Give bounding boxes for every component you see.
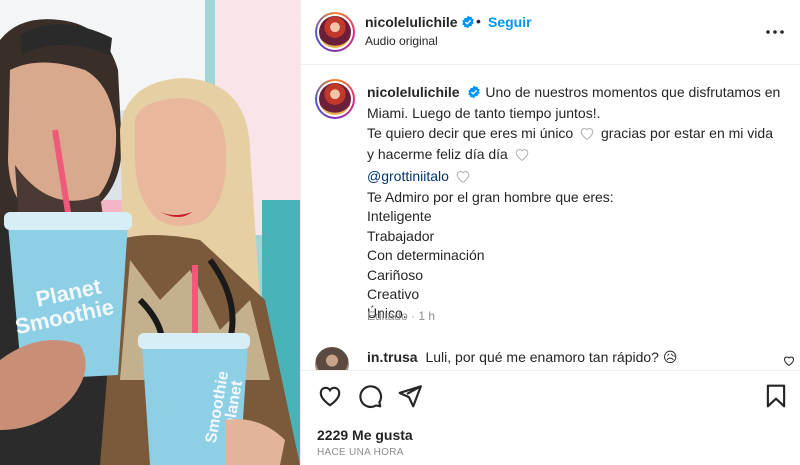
caption-trait: Inteligente bbox=[367, 208, 432, 225]
heart-icon[interactable] bbox=[317, 383, 343, 409]
caption-line-6: Te Admiro por el gran hombre que eres: bbox=[367, 189, 614, 206]
caption-avatar[interactable] bbox=[315, 79, 355, 119]
white-heart-icon bbox=[455, 169, 471, 188]
header-separator: • bbox=[476, 13, 481, 29]
caption-meta: Editado · 1 h bbox=[367, 309, 436, 323]
action-bar: 2229 Me gusta HACE UNA HORA bbox=[301, 370, 800, 465]
author-avatar[interactable] bbox=[315, 12, 355, 52]
post-header: nicolelulichile • Seguir Audio original bbox=[301, 0, 800, 65]
verified-badge-icon bbox=[467, 85, 481, 104]
caption-trait: Creativo bbox=[367, 286, 420, 303]
post-panel: nicolelulichile • Seguir Audio original … bbox=[300, 0, 800, 465]
follow-button[interactable]: Seguir bbox=[488, 14, 532, 30]
post-photo: Planet Smoothie planet Smoothie bbox=[0, 0, 300, 465]
caption-text: nicolelulichile Uno de nuestros momentos… bbox=[367, 83, 792, 324]
white-heart-icon bbox=[579, 126, 595, 145]
caption-trait: Cariñoso bbox=[367, 266, 424, 283]
share-icon[interactable] bbox=[397, 383, 423, 409]
author-username[interactable]: nicolelulichile bbox=[365, 14, 458, 30]
caption-line-2: Miami. Luego de tanto tiempo juntos!. bbox=[367, 105, 601, 122]
post-media[interactable]: Planet Smoothie planet Smoothie bbox=[0, 0, 300, 465]
verified-badge-icon bbox=[461, 15, 475, 34]
caption-line-1: Uno de nuestros momentos que disfrutamos… bbox=[485, 84, 781, 100]
likes-count[interactable]: 2229 Me gusta bbox=[317, 427, 413, 443]
caption-line-3a: Te quiero decir que eres mi único bbox=[367, 124, 574, 141]
post-timestamp: HACE UNA HORA bbox=[317, 447, 404, 458]
caption-trait: Trabajador bbox=[367, 227, 435, 244]
white-heart-icon bbox=[514, 147, 530, 166]
comment-text: Luli, por qué me enamoro tan rápido? 😥 bbox=[425, 349, 678, 365]
comment-icon[interactable] bbox=[357, 383, 383, 409]
commenter-username[interactable]: in.trusa bbox=[367, 349, 418, 365]
commenter-avatar[interactable] bbox=[315, 347, 349, 370]
caption-line-4: y hacerme feliz día día bbox=[367, 146, 508, 163]
audio-label[interactable]: Audio original bbox=[365, 34, 438, 48]
comments-section[interactable]: nicolelulichile Uno de nuestros momentos… bbox=[301, 65, 800, 370]
more-options-icon[interactable] bbox=[763, 22, 787, 42]
mention-link[interactable]: @grottiniitalo bbox=[367, 168, 449, 184]
bookmark-icon[interactable] bbox=[763, 383, 789, 409]
caption-line-3b: gracias por estar en mi vida bbox=[601, 124, 773, 141]
caption-username[interactable]: nicolelulichile bbox=[367, 84, 460, 100]
comment-like-icon[interactable] bbox=[783, 353, 795, 370]
caption-trait: Con determinación bbox=[367, 247, 485, 264]
